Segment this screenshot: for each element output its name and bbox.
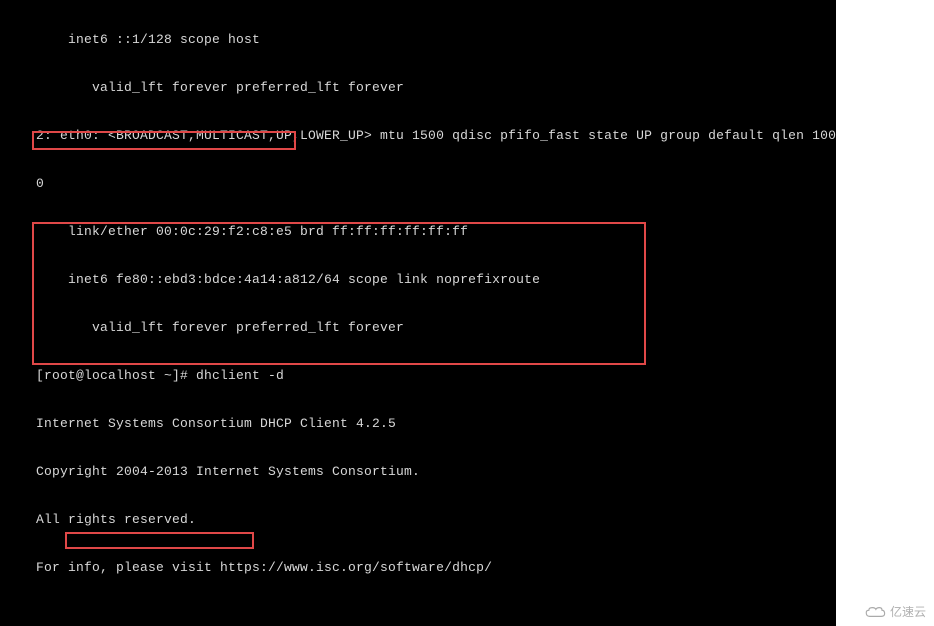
- terminal-line: inet6 fe80::ebd3:bdce:4a14:a812/64 scope…: [0, 272, 836, 288]
- watermark: 亿速云: [864, 603, 926, 620]
- terminal-line: inet6 ::1/128 scope host: [0, 32, 836, 48]
- terminal-line: Internet Systems Consortium DHCP Client …: [0, 416, 836, 432]
- cloud-icon: [864, 605, 886, 619]
- terminal-line: valid_lft forever preferred_lft forever: [0, 320, 836, 336]
- terminal-line: 2: eth0: <BROADCAST,MULTICAST,UP,LOWER_U…: [0, 128, 836, 144]
- watermark-text: 亿速云: [890, 603, 926, 620]
- terminal-line: link/ether 00:0c:29:f2:c8:e5 brd ff:ff:f…: [0, 224, 836, 240]
- terminal-line: valid_lft forever preferred_lft forever: [0, 80, 836, 96]
- terminal-line: Copyright 2004-2013 Internet Systems Con…: [0, 464, 836, 480]
- terminal-line: All rights reserved.: [0, 512, 836, 528]
- terminal-window[interactable]: inet6 ::1/128 scope host valid_lft forev…: [0, 0, 836, 626]
- terminal-line: 0: [0, 176, 836, 192]
- terminal-line: For info, please visit https://www.isc.o…: [0, 560, 836, 576]
- terminal-prompt-line: [root@localhost ~]# dhclient -d: [0, 368, 836, 384]
